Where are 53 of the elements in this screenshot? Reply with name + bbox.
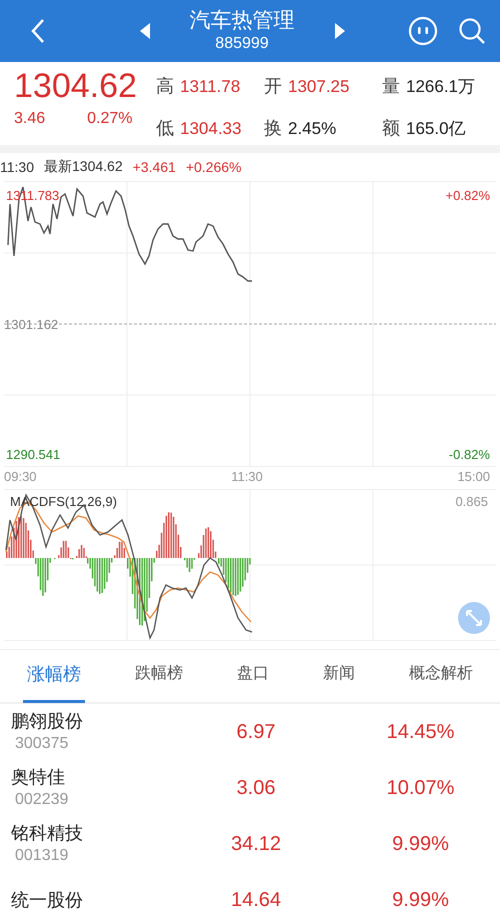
chat-icon[interactable]	[408, 16, 438, 46]
last-price: 1304.62	[14, 66, 138, 106]
stat-value: 1311.78	[180, 77, 240, 97]
time-label: 11:30	[231, 469, 263, 486]
stat-label: 量	[382, 75, 400, 98]
stock-name: 铭科精技	[11, 822, 84, 845]
stock-change: 9.99%	[391, 888, 450, 912]
stat-value: 1304.33	[180, 118, 242, 138]
stock-price: 14.64	[230, 888, 282, 912]
stat-label: 换	[264, 116, 282, 140]
stock-price: 6.97	[236, 720, 276, 744]
low-price-label: 1290.541	[6, 447, 60, 462]
stock-code: 001319	[14, 846, 70, 866]
time-label: 09:30	[4, 469, 37, 486]
tab[interactable]: 涨幅榜	[23, 649, 85, 703]
high-percent-label: +0.82%	[446, 188, 490, 203]
stat-value: 1266.1万	[406, 76, 475, 98]
tab[interactable]: 概念解析	[405, 649, 477, 703]
back-icon[interactable]	[30, 18, 46, 44]
percent-change: 0.27%	[87, 110, 133, 128]
stat-label: 高	[156, 75, 174, 98]
tab[interactable]: 跌幅榜	[131, 649, 187, 703]
price-change: 3.46	[14, 110, 46, 128]
stat-label: 开	[264, 75, 282, 98]
macd-value: 0.865	[455, 494, 488, 509]
stock-change: 9.99%	[391, 832, 450, 856]
time-label: 15:00	[457, 469, 490, 486]
page-title: 汽车热管理	[190, 8, 294, 34]
chart-percent: +0.266%	[186, 159, 242, 175]
stat-label: 额	[382, 116, 400, 140]
stock-price: 34.12	[230, 832, 282, 856]
search-icon[interactable]	[458, 17, 486, 45]
stock-code: 885999	[215, 34, 269, 54]
stock-name: 统一股份	[11, 889, 84, 912]
stat-value: 2.45%	[288, 118, 336, 138]
stat-label: 低	[156, 116, 174, 140]
stock-price: 3.06	[236, 776, 276, 800]
latest-price: 最新1304.62	[44, 158, 123, 176]
stat-value: 165.0亿	[406, 118, 466, 140]
tab[interactable]: 盘口	[233, 649, 273, 703]
chart-change: +3.461	[132, 159, 176, 175]
stat-value: 1307.25	[288, 77, 350, 97]
tab[interactable]: 新闻	[319, 649, 359, 703]
stock-code: 300375	[14, 734, 70, 754]
stock-change: 10.07%	[386, 776, 456, 800]
stock-code: 002239	[14, 790, 70, 810]
stock-change: 14.45%	[386, 720, 456, 744]
next-icon[interactable]	[334, 23, 344, 39]
stock-name: 鹏翎股份	[11, 710, 84, 733]
chart-time: 11:30	[0, 159, 34, 175]
previous-icon[interactable]	[140, 23, 150, 39]
stock-name: 奥特佳	[11, 766, 66, 789]
low-percent-label: -0.82%	[448, 447, 490, 462]
